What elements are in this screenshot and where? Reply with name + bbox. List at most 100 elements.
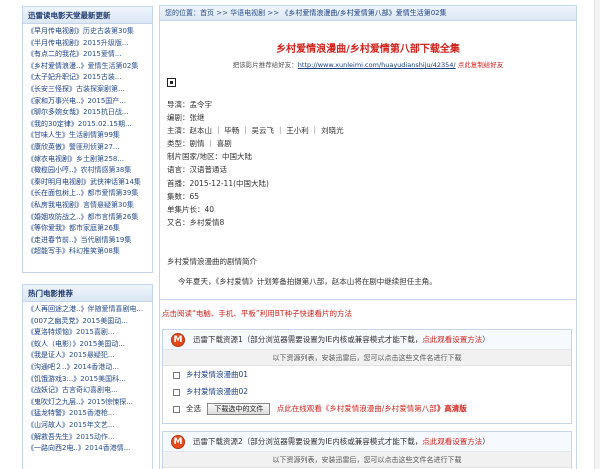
sidebar-list-item[interactable]: 《婚姻攻防战之..》都市言情第26集 (27, 212, 152, 224)
sidebar-list-item[interactable]: 《解救吾先生》2015动作... (27, 432, 152, 444)
download-source-1-header: M 迅雷下载资源1（部分浏览器需要设置为IE内核或兼容模式才能下载，点此观看设置… (163, 330, 571, 350)
sidebar-item-title-link[interactable]: 《有点二的我花》 (27, 50, 83, 58)
sidebar-item-title-link[interactable]: 《鬼吹灯之九层..》 (27, 398, 87, 406)
sidebar-item-subtitle: 古言奇幻喜剧电... (62, 386, 118, 395)
sidebar-item-title-link[interactable]: 《夏洛特烦恼》 (27, 328, 76, 336)
sidebar-list-item[interactable]: 《太子妃升职记》2015古装... (27, 72, 152, 84)
info-episodes: 集数：65 (167, 191, 200, 201)
sidebar-item-subtitle: 2015美国动... (79, 339, 126, 348)
breadcrumb-current[interactable]: 《乡村爱情浪漫曲/乡村爱情第八部》爱情生活第02集 (281, 9, 446, 17)
file-link[interactable]: 乡村爱情浪漫曲02 (186, 387, 248, 396)
download-selected-button[interactable]: 下载选中的文件 (207, 403, 271, 415)
sidebar-list-item[interactable]: 《走进春节前..》当代剧情第19集 (27, 235, 152, 247)
sidebar-list-item[interactable]: 《蚁人（电影）》2015美国动... (27, 339, 152, 351)
sidebar-item-title-link[interactable]: 《私房我电视剧》 (27, 201, 83, 209)
sidebar-item-title-link[interactable]: 《山河故人》 (27, 421, 69, 429)
sidebar-list-item[interactable]: 《猛龙特警》2015香港枪... (27, 408, 152, 420)
sidebar-item-subtitle: 2014香港情... (84, 444, 131, 453)
sidebar-item-title-link[interactable]: 《走进春节前..》 (27, 236, 80, 244)
sidebar-list-item[interactable]: 《家和万事兴电..》2015国产... (27, 96, 152, 108)
sidebar-list-item[interactable]: 《007之幽灵党》2015美国动... (27, 316, 152, 328)
sidebar-list-item[interactable]: 《私房我电视剧》言情悬疑第30集 (27, 200, 152, 212)
sidebar-item-subtitle: 警匪刑侦第27... (69, 142, 120, 151)
page-title: 乡村爱情浪漫曲/乡村爱情第八部下载全集 (276, 44, 460, 55)
sidebar-item-title-link[interactable]: 《橄榄园小哼..》 (27, 166, 80, 174)
info-language: 语言：汉语普通话 (167, 165, 227, 175)
download-source-1-setup-link[interactable]: 点此观看设置方法 (422, 335, 482, 344)
sidebar-list-item[interactable]: 《秦时明月电视剧》武侠神话第14集 (27, 177, 152, 189)
sidebar-list-item[interactable]: 《一路向西2电..》2014香港情... (27, 443, 152, 455)
info-region: 制片国家/地区：中国大陆 (167, 152, 253, 162)
sidebar-list-item[interactable]: 《乡村爱情浪漫..》爱情生活第02集 (27, 61, 152, 73)
bt-tip-link[interactable]: 点击阅读“电脑、手机、平板”利用BT种子快速看片的方法 (162, 308, 352, 319)
sidebar-list-item[interactable]: 《甘味人生》生活剧情第99集 (27, 130, 152, 142)
sidebar-list-item[interactable]: 《聊尔多婉女哉》2015抗日战... (27, 107, 152, 119)
sidebar-list-item[interactable]: 《战妖记》古言奇幻喜剧电... (27, 385, 152, 397)
sidebar-item-title-link[interactable]: 《甘味人生》 (27, 131, 69, 139)
file-checkbox[interactable] (173, 388, 180, 396)
sidebar-list-item[interactable]: 《人再回途之港..》伴随爱情喜剧电... (27, 304, 152, 316)
sidebar-list-item[interactable]: 《早月传电视剧》历史古装第30集 (27, 26, 152, 38)
sidebar-item-title-link[interactable]: 《康欣英傲》 (27, 143, 69, 151)
sidebar-item-title-link[interactable]: 《猛龙特警》 (27, 409, 69, 417)
breadcrumb: 您的位置：首页 >> 华语电视剧 >> 《乡村爱情浪漫曲/乡村爱情第八部》爱情生… (160, 6, 576, 21)
sidebar-item-title-link[interactable]: 《聊尔多婉女哉》 (27, 108, 83, 116)
sidebar-list-item[interactable]: 《半月传电视剧》2015升级版... (27, 38, 152, 50)
sidebar-item-subtitle: 2015香港枪... (69, 409, 115, 418)
sidebar-list-item[interactable]: 《鬼吹灯之九层..》2015惊悚探... (27, 397, 152, 409)
sidebar-list-item[interactable]: 《饥饿游戏3:..》2015美国科... (27, 374, 152, 386)
download-source-2-note: 以下资源列表，安装迅雷后，您可以点击这些文件名进行下载 (163, 452, 571, 468)
page-scrollbar[interactable] (594, 0, 600, 469)
sidebar-item-title-link[interactable]: 《长在面包树上..》 (27, 189, 87, 197)
sidebar-item-title-link[interactable]: 《半月传电视剧》 (27, 39, 83, 47)
sidebar-list-item[interactable]: 《康欣英傲》警匪刑侦第27... (27, 142, 152, 154)
sidebar-item-title-link[interactable]: 《解救吾先生》 (27, 433, 76, 441)
breadcrumb-path[interactable]: 您的位置：首页 >> 华语电视剧 >> (165, 9, 281, 17)
download-source-1: M 迅雷下载资源1（部分浏览器需要设置为IE内核或兼容模式才能下载，点此观看设置… (162, 329, 572, 424)
sidebar-list-item[interactable]: 《有点二的我花》2015爱情... (27, 49, 152, 61)
download-source-2-setup-link[interactable]: 点此观看设置方法 (422, 437, 482, 446)
sidebar-item-subtitle: 2014香港动... (73, 362, 119, 371)
copy-to-friend-link[interactable]: 点此复制给好友 (458, 61, 504, 69)
sidebar-list-item[interactable]: 《沟通吧２..》2014香港动... (27, 362, 152, 374)
sidebar-item-title-link[interactable]: 《秦时明月电视剧》 (27, 178, 90, 186)
sidebar-list-item[interactable]: 《山河故人》2015年文艺... (27, 420, 152, 432)
file-link[interactable]: 乡村爱情浪漫曲01 (186, 370, 248, 379)
sidebar-list-item[interactable]: 《长在面包树上..》都市爱情第39集 (27, 188, 152, 200)
sidebar-item-subtitle: 2015年文艺... (69, 420, 115, 429)
sidebar-list-item[interactable]: 《橄榄园小哼..》农村情感第38集 (27, 165, 152, 177)
sidebar-item-title-link[interactable]: 《家和万事兴电..》 (27, 97, 87, 105)
sidebar-item-title-link[interactable]: 《乡村爱情浪漫..》 (27, 62, 87, 70)
sidebar-item-title-link[interactable]: 《蚁人（电影）》 (27, 340, 80, 348)
sidebar-item-title-link[interactable]: 《我是证人》 (27, 351, 69, 359)
qr-icon[interactable] (167, 78, 176, 87)
sidebar-list-item[interactable]: 《我是证人》2015悬疑犯... (27, 350, 152, 362)
sidebar-item-title-link[interactable]: 《等你爱我》 (27, 224, 69, 232)
sidebar-item-subtitle: 爱情生活第02集 (87, 61, 139, 70)
sidebar-item-title-link[interactable]: 《婚姻攻防战之..》 (27, 213, 87, 221)
sidebar-list-item[interactable]: 《长安三怪探》古装探案剧第... (27, 84, 152, 96)
sidebar-item-title-link[interactable]: 《007之幽灵党》 (27, 317, 82, 325)
share-url-link[interactable]: http://www.xunleimi.com/huayudianshiju/4… (298, 61, 456, 69)
select-all-checkbox[interactable] (173, 405, 180, 413)
sidebar-item-title-link[interactable]: 《超能写手》 (27, 247, 69, 255)
synopsis-heading: 乡村爱情浪漫曲的剧情简介 (167, 257, 257, 266)
sidebar-item-title-link[interactable]: 《战妖记》 (27, 386, 62, 394)
info-writer: 编剧：张继 (167, 113, 205, 123)
sidebar-item-title-link[interactable]: 《早月传电视剧》 (27, 27, 83, 35)
sidebar-item-title-link[interactable]: 《沟通吧２..》 (27, 363, 73, 371)
sidebar-item-title-link[interactable]: 《饥饿游戏3:..》 (27, 375, 80, 383)
sidebar-list-item[interactable]: 《等你爱我》都市家庭第26集 (27, 223, 152, 235)
file-checkbox[interactable] (173, 371, 180, 379)
sidebar-item-title-link[interactable]: 《嫁衣电视剧》 (27, 155, 76, 163)
sidebar-item-title-link[interactable]: 《我的30定律》 (27, 120, 78, 128)
sidebar-list-item[interactable]: 《夏洛特烦恼》2015喜剧... (27, 327, 152, 339)
sidebar-item-title-link[interactable]: 《太子妃升职记》 (27, 73, 83, 81)
watch-online-link[interactable]: 点此在线观看《乡村爱情浪漫曲/乡村爱情第八部》高清版 (277, 404, 467, 413)
sidebar-item-title-link[interactable]: 《长安三怪探》 (27, 85, 76, 93)
sidebar-list-item[interactable]: 《嫁衣电视剧》乡土剧第258... (27, 154, 152, 166)
sidebar-item-title-link[interactable]: 《人再回途之港..》 (27, 305, 87, 313)
sidebar-item-title-link[interactable]: 《一路向西2电..》 (27, 444, 85, 452)
sidebar-list-item[interactable]: 《超能写手》科幻推笑第08集 (27, 246, 152, 258)
sidebar-list-item[interactable]: 《我的30定律》2015.02.15期... (27, 119, 152, 131)
